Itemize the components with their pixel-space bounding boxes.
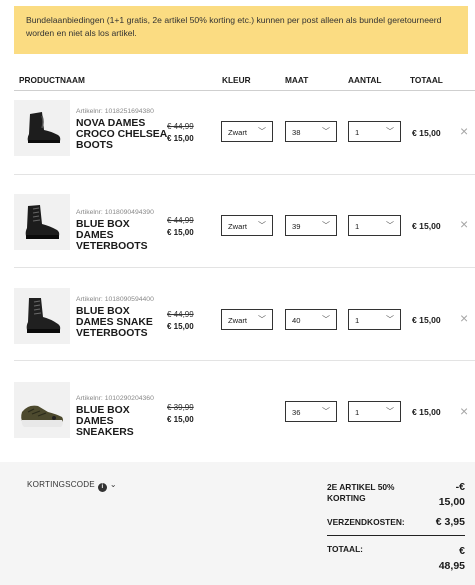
chevron-down-icon: ﹀ bbox=[322, 315, 330, 324]
chevron-down-icon: ﹀ bbox=[386, 221, 394, 230]
old-price: € 44,99 bbox=[167, 216, 194, 225]
quantity-select[interactable]: 1 ﹀ bbox=[348, 215, 401, 236]
table-row: Artikelnr: 1018090594400 BLUE BOX DAMES … bbox=[0, 274, 475, 367]
row-total: € 15,00 bbox=[412, 315, 441, 325]
remove-item-icon[interactable]: × bbox=[460, 123, 468, 139]
header-product: PRODUCTNAAM bbox=[19, 75, 85, 85]
size-select-value: 36 bbox=[292, 408, 301, 417]
size-select[interactable]: 40 ﹀ bbox=[285, 309, 337, 330]
color-select-value: Zwart bbox=[228, 222, 247, 231]
quantity-select-value: 1 bbox=[355, 128, 360, 137]
old-price: € 39,99 bbox=[167, 403, 194, 412]
new-price: € 15,00 bbox=[167, 134, 194, 143]
new-price: € 15,00 bbox=[167, 322, 194, 331]
total-label: TOTAAL: bbox=[327, 544, 363, 554]
table-row: Artikelnr: 1018090494390 BLUE BOX DAMES … bbox=[0, 180, 475, 273]
color-select-value: Zwart bbox=[228, 316, 247, 325]
product-image[interactable] bbox=[14, 194, 70, 250]
product-name[interactable]: BLUE BOX DAMES SNAKE VETERBOOTS bbox=[76, 306, 168, 339]
chevron-down-icon: ﹀ bbox=[386, 127, 394, 136]
chevron-down-icon: ﹀ bbox=[386, 315, 394, 324]
size-select[interactable]: 36 ﹀ bbox=[285, 401, 337, 422]
remove-item-icon[interactable]: × bbox=[460, 310, 468, 326]
header-size: MAAT bbox=[285, 75, 309, 85]
header-total: TOTAAL bbox=[410, 75, 443, 85]
quantity-select[interactable]: 1 ﹀ bbox=[348, 401, 401, 422]
row-divider bbox=[14, 174, 475, 175]
size-select[interactable]: 38 ﹀ bbox=[285, 121, 337, 142]
color-select[interactable]: Zwart ﹀ bbox=[221, 121, 273, 142]
color-select[interactable]: Zwart ﹀ bbox=[221, 309, 273, 330]
chevron-down-icon: ﹀ bbox=[386, 407, 394, 416]
chevron-down-icon: ﹀ bbox=[258, 221, 266, 230]
row-total: € 15,00 bbox=[412, 407, 441, 417]
article-number: Artikelnr: 1018090594400 bbox=[76, 296, 154, 303]
quantity-select-value: 1 bbox=[355, 222, 360, 231]
new-price: € 15,00 bbox=[167, 415, 194, 424]
product-name[interactable]: NOVA DAMES CROCO CHELSEA BOOTS bbox=[76, 118, 168, 151]
discount-sign: -€ bbox=[455, 481, 465, 493]
color-select-value: Zwart bbox=[228, 128, 247, 137]
product-image[interactable] bbox=[14, 382, 70, 438]
shipping-label: VERZENDKOSTEN: bbox=[327, 517, 405, 527]
chevron-down-icon: ﹀ bbox=[322, 407, 330, 416]
lace-boot-icon bbox=[14, 194, 70, 250]
product-name[interactable]: BLUE BOX DAMES SNEAKERS bbox=[76, 405, 168, 438]
cart-summary: KORTINGSCODE i ⌄ 2E ARTIKEL 50% KORTING -€… bbox=[0, 462, 475, 585]
chevron-down-icon: ﹀ bbox=[258, 315, 266, 324]
old-price: € 44,99 bbox=[167, 122, 194, 131]
remove-item-icon[interactable]: × bbox=[460, 216, 468, 232]
article-number: Artikelnr: 1018090494390 bbox=[76, 209, 154, 216]
product-image[interactable] bbox=[14, 288, 70, 344]
quantity-select-value: 1 bbox=[355, 408, 360, 417]
coupon-label: KORTINGSCODE bbox=[27, 480, 95, 489]
header-color: KLEUR bbox=[222, 75, 251, 85]
lace-boot-icon bbox=[14, 288, 70, 344]
row-total: € 15,00 bbox=[412, 128, 441, 138]
info-icon[interactable]: i bbox=[97, 483, 107, 492]
shipping-value: € 3,95 bbox=[435, 516, 465, 528]
discount-value: 15,00 bbox=[438, 496, 465, 508]
quantity-select[interactable]: 1 ﹀ bbox=[348, 309, 401, 330]
new-price: € 15,00 bbox=[167, 228, 194, 237]
header-divider bbox=[14, 90, 475, 91]
size-select-value: 38 bbox=[292, 128, 301, 137]
summary-divider bbox=[327, 535, 465, 536]
chevron-down-icon: ﹀ bbox=[258, 127, 266, 136]
size-select[interactable]: 39 ﹀ bbox=[285, 215, 337, 236]
bundle-notice: Bundelaanbiedingen (1+1 gratis, 2e artik… bbox=[14, 6, 468, 54]
quantity-select-value: 1 bbox=[355, 316, 360, 325]
article-number: Artikelnr: 1018251694380 bbox=[76, 108, 154, 115]
discount-label: 2E ARTIKEL 50% KORTING bbox=[327, 482, 395, 503]
product-name[interactable]: BLUE BOX DAMES VETERBOOTS bbox=[76, 219, 168, 252]
header-quantity: AANTAL bbox=[348, 75, 382, 85]
table-header: PRODUCTNAAM KLEUR MAAT AANTAL TOTAAL bbox=[0, 73, 475, 89]
old-price: € 44,99 bbox=[167, 310, 194, 319]
bundle-notice-text: Bundelaanbiedingen (1+1 gratis, 2e artik… bbox=[26, 15, 442, 38]
chevron-down-icon: ﹀ bbox=[322, 221, 330, 230]
quantity-select[interactable]: 1 ﹀ bbox=[348, 121, 401, 142]
article-number: Artikelnr: 1010290204360 bbox=[76, 395, 154, 402]
row-divider bbox=[14, 360, 475, 361]
coupon-toggle[interactable]: KORTINGSCODE i ⌄ bbox=[27, 480, 117, 492]
total-sign: € bbox=[459, 545, 465, 557]
row-total: € 15,00 bbox=[412, 221, 441, 231]
chelsea-boot-icon bbox=[14, 100, 70, 156]
size-select-value: 40 bbox=[292, 316, 301, 325]
table-row: Artikelnr: 1018251694380 NOVA DAMES CROC… bbox=[0, 92, 475, 185]
sneaker-icon bbox=[14, 382, 70, 438]
remove-item-icon[interactable]: × bbox=[460, 403, 468, 419]
size-select-value: 39 bbox=[292, 222, 301, 231]
table-row: Artikelnr: 1010290204360 BLUE BOX DAMES … bbox=[0, 368, 475, 461]
product-image[interactable] bbox=[14, 100, 70, 156]
row-divider bbox=[14, 267, 475, 268]
color-select[interactable]: Zwart ﹀ bbox=[221, 215, 273, 236]
total-value: 48,95 bbox=[438, 560, 465, 572]
chevron-down-icon: ﹀ bbox=[322, 127, 330, 136]
chevron-down-icon: ⌄ bbox=[109, 480, 117, 489]
